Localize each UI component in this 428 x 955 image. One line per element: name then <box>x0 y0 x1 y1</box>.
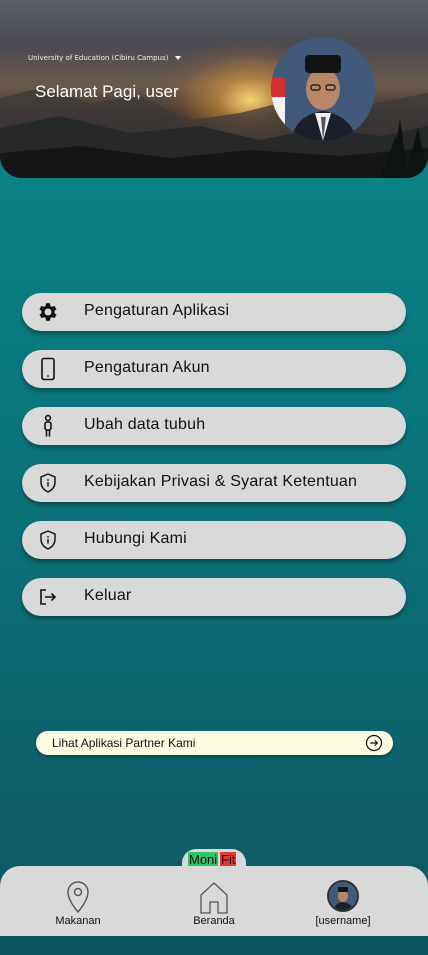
menu-item-label: Keluar <box>84 587 132 604</box>
menu-item-account-settings[interactable]: Pengaturan Akun <box>22 350 406 388</box>
menu-item-privacy-policy[interactable]: Kebijakan Privasi & Syarat Ketentuan <box>22 464 406 502</box>
bottom-navigation: Makanan Beranda [username] <box>0 866 428 936</box>
logout-icon <box>40 589 57 605</box>
menu-item-app-settings[interactable]: Pengaturan Aplikasi <box>22 293 406 331</box>
logo-part-moni: Moni <box>188 852 219 867</box>
menu-item-label: Pengaturan Aplikasi <box>84 302 230 319</box>
menu-item-label: Ubah data tubuh <box>84 416 206 433</box>
nav-item-profile[interactable]: [username] <box>298 880 388 927</box>
campus-label: University of Education (Cibiru Campus) <box>28 54 169 62</box>
nav-item-home[interactable]: Beranda <box>169 880 259 927</box>
shield-info-icon <box>40 473 56 493</box>
arrow-right-circle-icon <box>365 734 383 752</box>
avatar <box>327 880 359 912</box>
person-icon <box>44 414 52 437</box>
menu-item-label: Hubungi Kami <box>84 530 187 547</box>
campus-selector[interactable]: University of Education (Cibiru Campus) <box>28 54 182 62</box>
menu-item-label: Kebijakan Privasi & Syarat Ketentuan <box>84 473 358 490</box>
map-pin-icon <box>67 881 89 914</box>
profile-avatar[interactable] <box>271 37 375 141</box>
partner-apps-button[interactable]: Lihat Aplikasi Partner Kami <box>36 731 393 755</box>
profile-header: University of Education (Cibiru Campus) … <box>0 0 428 178</box>
menu-item-body-data[interactable]: Ubah data tubuh <box>22 407 406 445</box>
greeting-text: Selamat Pagi, user <box>35 82 179 101</box>
partner-apps-label: Lihat Aplikasi Partner Kami <box>52 736 196 750</box>
menu-item-label: Pengaturan Akun <box>84 359 210 376</box>
nav-label: [username] <box>315 915 371 927</box>
phone-icon <box>41 357 55 381</box>
nav-label: Beranda <box>193 915 235 927</box>
menu-item-contact-us[interactable]: Hubungi Kami <box>22 521 406 559</box>
nav-label: Makanan <box>55 915 101 927</box>
menu-item-logout[interactable]: Keluar <box>22 578 406 616</box>
shield-info-icon <box>40 530 56 550</box>
settings-menu: Pengaturan Aplikasi Pengaturan Akun Ubah… <box>22 293 406 635</box>
gear-icon <box>39 303 57 321</box>
chevron-down-icon <box>175 56 182 60</box>
nav-item-food[interactable]: Makanan <box>33 880 123 927</box>
home-icon <box>200 882 228 914</box>
logo-part-fit: Fit <box>220 852 237 867</box>
